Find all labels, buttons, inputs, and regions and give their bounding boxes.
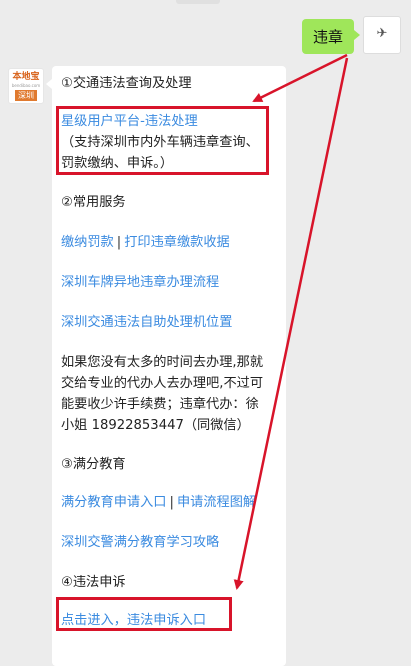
annotation-arrows — [233, 53, 349, 590]
arrow-to-appeal-entry — [233, 57, 349, 590]
arrow-to-violation-handling — [252, 53, 348, 103]
